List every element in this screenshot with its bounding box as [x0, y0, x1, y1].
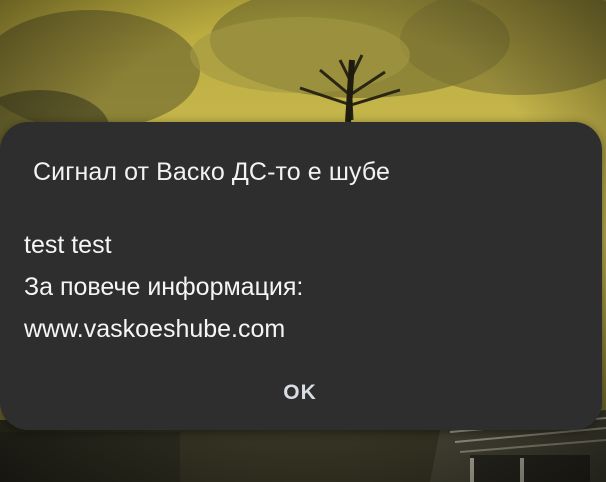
dialog-title: Сигнал от Васко ДС-то е шубе: [33, 158, 391, 186]
ok-button[interactable]: OK: [264, 372, 336, 414]
message-line: За повече информация:: [24, 273, 304, 301]
dialog-message: test test За повече информация: www.vask…: [24, 224, 303, 350]
alert-dialog: Сигнал от Васко ДС-то е шубе test test З…: [0, 122, 602, 430]
message-link: www.vaskoeshube.com: [24, 315, 286, 343]
message-line: test test: [24, 231, 112, 259]
